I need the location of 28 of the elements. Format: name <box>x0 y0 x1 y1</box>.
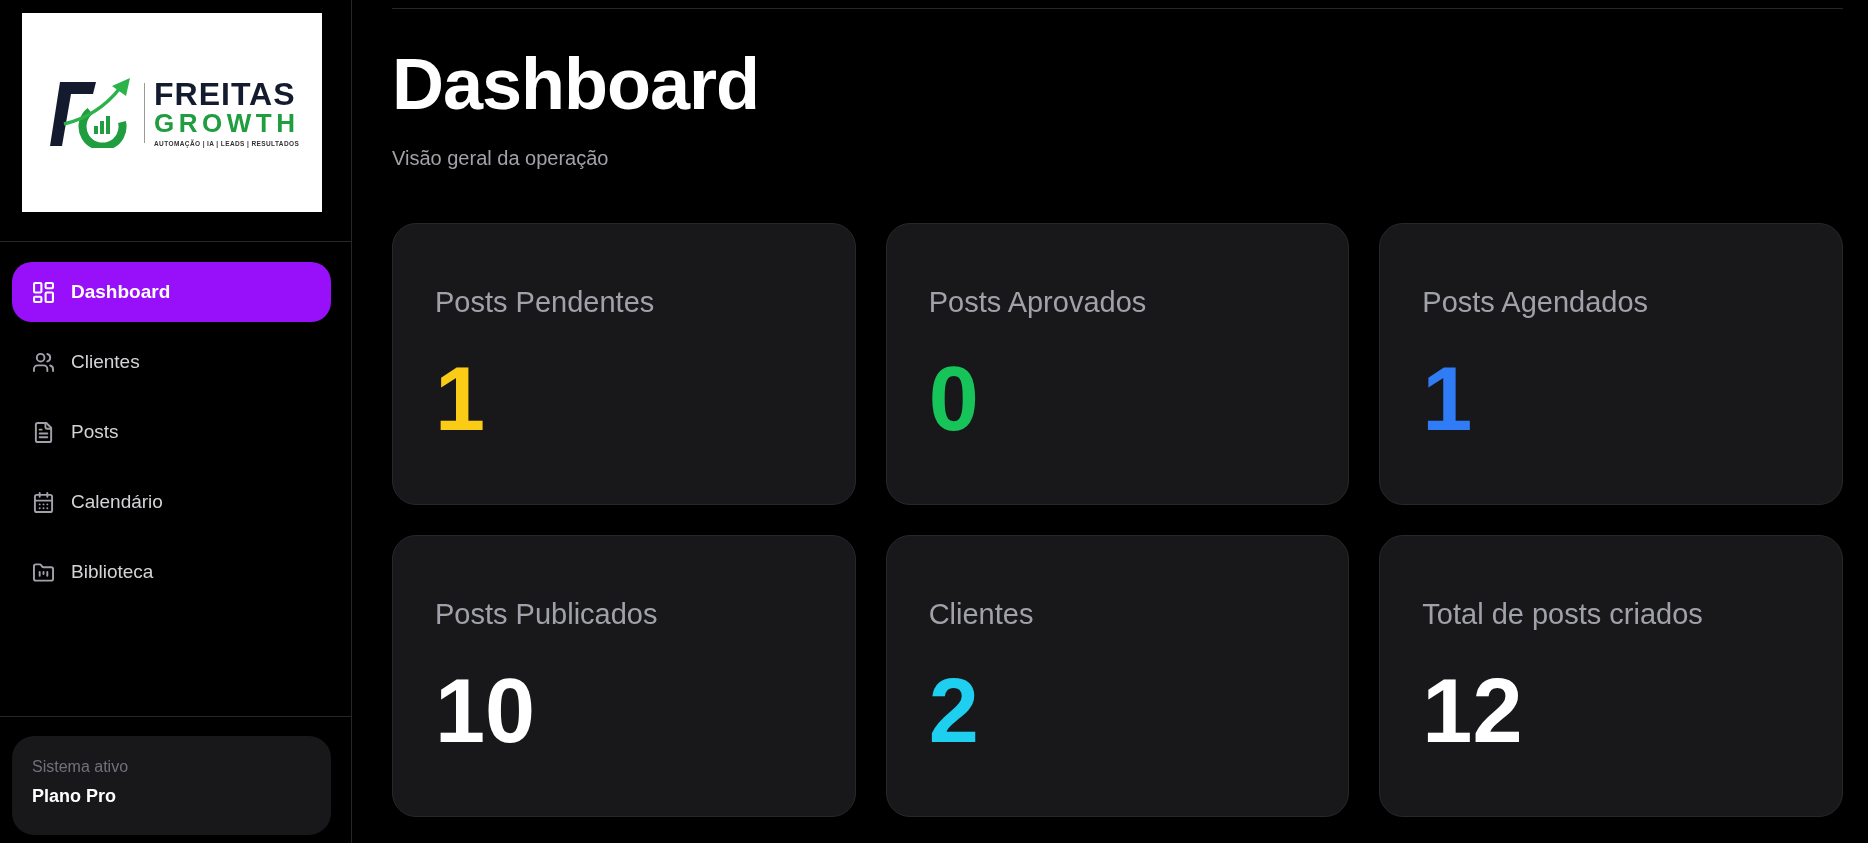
sidebar-item[interactable]: Biblioteca <box>12 542 331 602</box>
brand-name: GROWTH <box>154 109 300 138</box>
users-icon <box>33 351 54 373</box>
stat-label: Posts Publicados <box>435 597 658 632</box>
stat-value: 1 <box>435 354 486 444</box>
page-title: Dashboard <box>392 45 761 125</box>
plan-name: Plano Pro <box>32 786 117 807</box>
stat-value: 10 <box>435 666 536 756</box>
stat-value: 1 <box>1422 354 1473 444</box>
sidebar-item[interactable]: Dashboard <box>12 262 331 322</box>
sidebar-item[interactable]: Clientes <box>12 332 331 392</box>
stat-label: Posts Agendados <box>1422 285 1649 320</box>
stat-label: Total de posts criados <box>1422 597 1703 632</box>
stat-label: Posts Aprovados <box>928 285 1147 320</box>
stat-label: Posts Pendentes <box>435 285 655 320</box>
stat-value: 0 <box>928 354 979 444</box>
sidebar-item[interactable]: Calendário <box>12 472 331 532</box>
plan-caption: Sistema ativo <box>32 758 130 776</box>
stat-value: 12 <box>1422 666 1523 756</box>
stat-value: 2 <box>928 666 979 756</box>
calendar-icon <box>33 491 54 513</box>
sidebar-item[interactable]: Posts <box>12 402 331 462</box>
dashboard-icon <box>33 281 54 303</box>
folder-icon <box>33 561 54 583</box>
brand-name: FREITAS <box>154 77 296 110</box>
stat-label: Clientes <box>928 597 1034 632</box>
document-icon <box>33 421 54 443</box>
page-subtitle: Visão geral da operação <box>392 146 610 172</box>
